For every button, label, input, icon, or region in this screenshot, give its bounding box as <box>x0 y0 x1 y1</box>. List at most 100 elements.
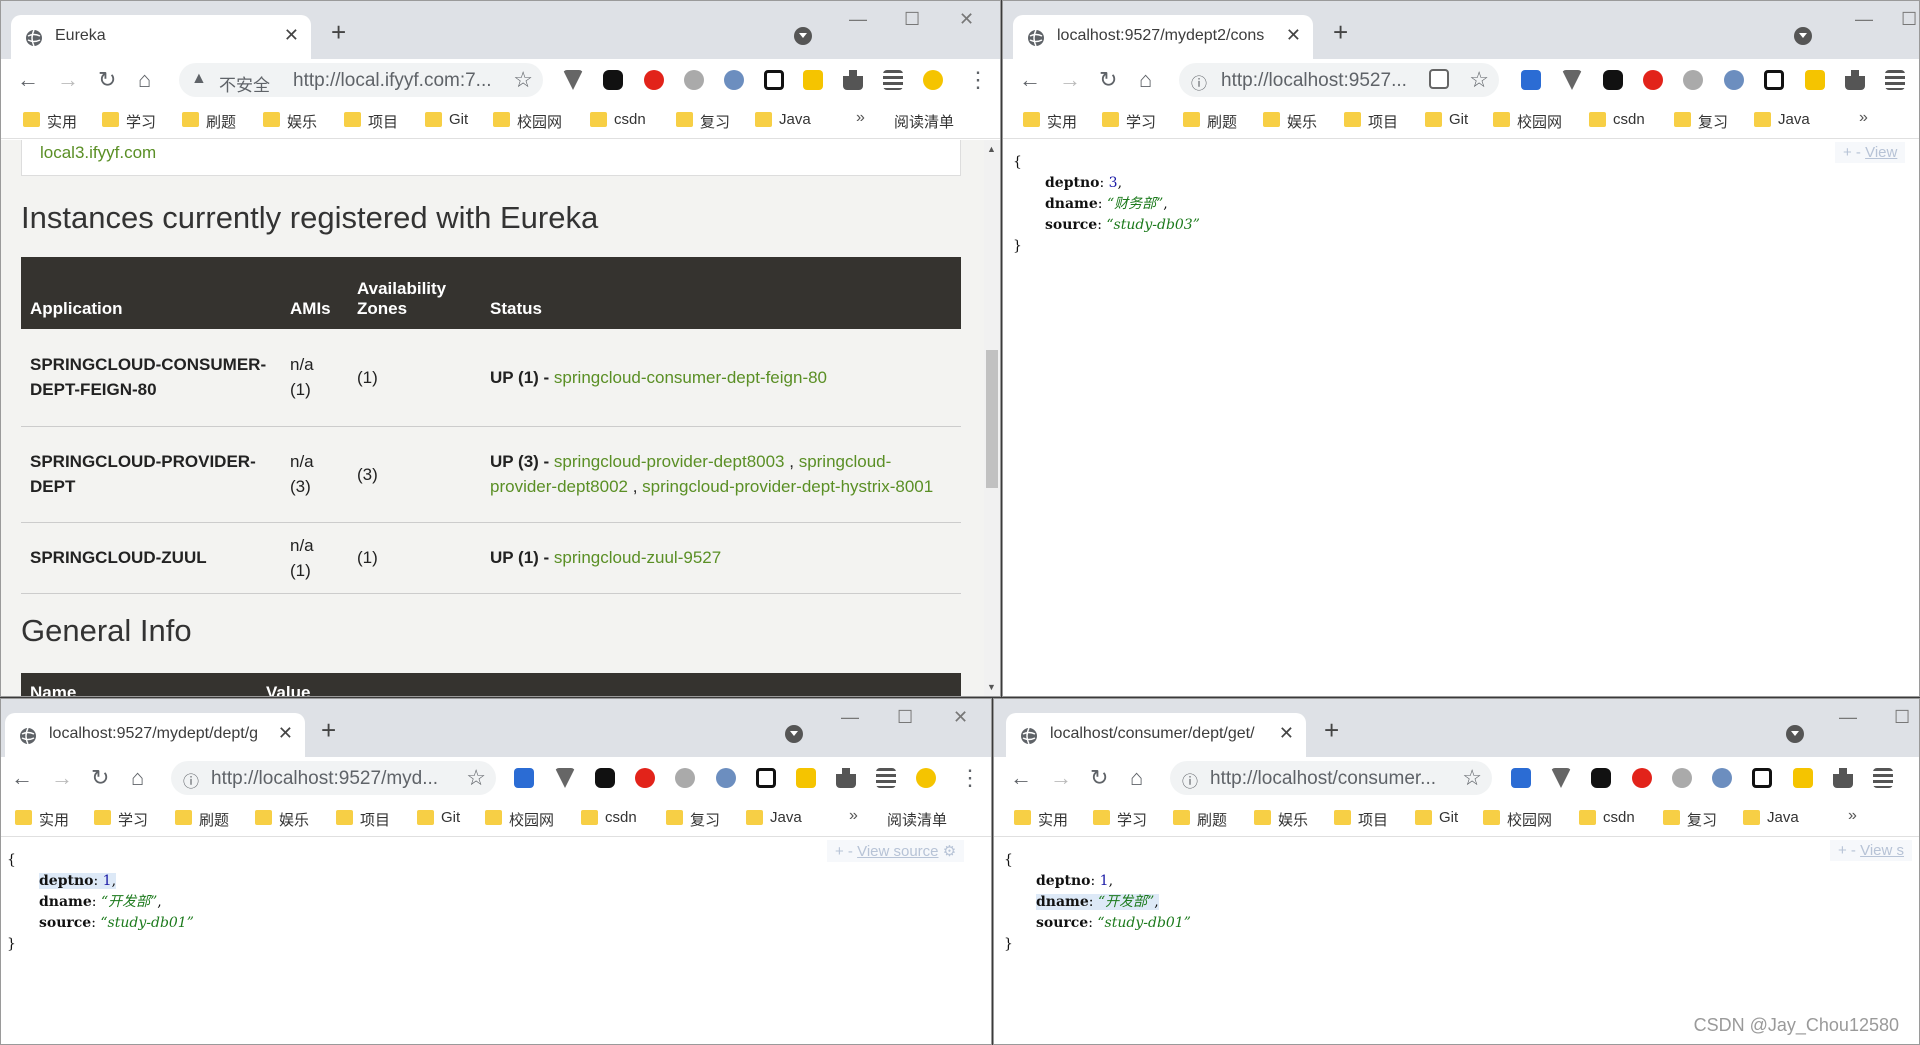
tab-search-icon[interactable] <box>1786 725 1804 743</box>
bookmark-folder[interactable]: 校园网 <box>493 111 562 132</box>
info-icon[interactable]: ⓘ <box>1182 768 1198 792</box>
bookmark-folder[interactable]: 复习 <box>1663 809 1717 830</box>
bookmark-folder[interactable]: csdn <box>1579 809 1635 826</box>
home-button[interactable]: ⌂ <box>131 765 144 791</box>
forward-button[interactable]: → <box>57 67 79 93</box>
instance-link[interactable]: springcloud-zuul-9527 <box>554 548 721 567</box>
extension-adblock-icon[interactable] <box>644 70 664 90</box>
forward-button[interactable]: → <box>51 765 73 791</box>
reload-button[interactable]: ↻ <box>1099 67 1117 93</box>
tab-mydept[interactable]: localhost:9527/mydept/dept/g ✕ <box>5 713 305 757</box>
extension-grammarly-icon[interactable] <box>1793 768 1813 788</box>
close-window-button[interactable]: ✕ <box>959 9 974 30</box>
extensions-puzzle-icon[interactable] <box>836 768 856 788</box>
bookmark-folder[interactable]: Git <box>1415 809 1458 826</box>
bookmark-folder[interactable]: 项目 <box>336 809 390 830</box>
back-button[interactable]: ← <box>1010 765 1032 791</box>
bookmark-folder[interactable]: 刷题 <box>1183 111 1237 132</box>
view-source-control[interactable]: + - View <box>1835 142 1906 163</box>
menu-icon[interactable]: ⋮ <box>967 67 989 93</box>
extension-adblock-icon[interactable] <box>1632 768 1652 788</box>
scroll-down-arrow-icon[interactable]: ▼ <box>987 682 996 692</box>
new-tab-button[interactable]: + <box>321 717 336 743</box>
bookmark-folder[interactable]: 刷题 <box>175 809 229 830</box>
extension-mouse-icon[interactable] <box>675 768 695 788</box>
bookmark-folder[interactable]: Java <box>1743 809 1799 826</box>
bookmark-folder[interactable]: 复习 <box>666 809 720 830</box>
tab-search-icon[interactable] <box>794 27 812 45</box>
extension-proxy-icon[interactable] <box>716 768 736 788</box>
reading-list-button[interactable]: 阅读清单 <box>887 809 947 830</box>
bookmark-folder[interactable]: 实用 <box>1014 809 1068 830</box>
bookmark-folder[interactable]: Java <box>1754 111 1810 128</box>
home-button[interactable]: ⌂ <box>1130 765 1143 791</box>
home-button[interactable]: ⌂ <box>138 67 151 93</box>
tab-mydept2[interactable]: localhost:9527/mydept2/cons ✕ <box>1013 15 1313 59</box>
extension-v-icon[interactable] <box>1562 70 1582 90</box>
instance-link[interactable]: springcloud-provider-dept8003 <box>554 452 785 471</box>
url-text[interactable]: http://localhost/consumer... <box>1210 768 1450 790</box>
bookmark-folder[interactable]: 学习 <box>102 111 156 132</box>
view-source-control[interactable]: + - View source ⚙ <box>827 840 965 862</box>
minimize-button[interactable]: — <box>841 707 859 728</box>
minimize-button[interactable]: — <box>1855 9 1873 30</box>
tab-consumer[interactable]: localhost/consumer/dept/get/ ✕ <box>1006 713 1306 757</box>
extensions-puzzle-icon[interactable] <box>843 70 863 90</box>
bookmark-folder[interactable]: csdn <box>1589 111 1645 128</box>
bookmark-folder[interactable]: 实用 <box>23 111 77 132</box>
bookmark-folder[interactable]: Java <box>755 111 811 128</box>
close-tab-icon[interactable]: ✕ <box>1279 723 1294 744</box>
extension-mouse-icon[interactable] <box>684 70 704 90</box>
extension-qr-icon[interactable] <box>756 768 776 788</box>
extension-v-icon[interactable] <box>555 768 575 788</box>
vertical-scrollbar[interactable]: ▲ ▼ <box>984 140 1000 696</box>
bookmark-star-icon[interactable]: ☆ <box>513 67 533 93</box>
bookmark-folder[interactable]: 项目 <box>344 111 398 132</box>
tab-eureka[interactable]: Eureka ✕ <box>11 15 311 59</box>
maximize-button[interactable]: ☐ <box>1901 9 1917 30</box>
reload-button[interactable]: ↻ <box>91 765 109 791</box>
profile-avatar-icon[interactable] <box>916 768 936 788</box>
extension-qr-icon[interactable] <box>764 70 784 90</box>
back-button[interactable]: ← <box>11 765 33 791</box>
minimize-button[interactable]: — <box>1839 707 1857 728</box>
maximize-button[interactable]: ☐ <box>904 9 920 30</box>
reload-button[interactable]: ↻ <box>98 67 116 93</box>
extension-qr-icon[interactable] <box>1752 768 1772 788</box>
bookmark-folder[interactable]: 校园网 <box>485 809 554 830</box>
back-button[interactable]: ← <box>1019 67 1041 93</box>
minimize-button[interactable]: — <box>849 9 867 30</box>
menu-icon[interactable]: ⋮ <box>959 765 981 791</box>
bookmark-folder[interactable]: 娱乐 <box>255 809 309 830</box>
bookmark-folder[interactable]: 项目 <box>1344 111 1398 132</box>
extension-v-icon[interactable] <box>1551 768 1571 788</box>
extension-proxy-icon[interactable] <box>1724 70 1744 90</box>
close-window-button[interactable]: ✕ <box>953 707 968 728</box>
bookmark-folder[interactable]: 学习 <box>1102 111 1156 132</box>
bookmark-folder[interactable]: Git <box>1425 111 1468 128</box>
view-source-control[interactable]: + - View s <box>1830 840 1913 861</box>
extension-adblock-icon[interactable] <box>635 768 655 788</box>
extension-tampermonkey-icon[interactable] <box>603 70 623 90</box>
media-control-icon[interactable] <box>1885 70 1905 90</box>
bookmark-folder[interactable]: 校园网 <box>1493 111 1562 132</box>
bookmark-folder[interactable]: Git <box>417 809 460 826</box>
bookmark-star-icon[interactable]: ☆ <box>1469 67 1489 93</box>
extension-tampermonkey-icon[interactable] <box>1603 70 1623 90</box>
maximize-button[interactable]: ☐ <box>897 707 913 728</box>
bookmarks-overflow-button[interactable]: » <box>849 807 858 825</box>
extension-mouse-icon[interactable] <box>1672 768 1692 788</box>
bookmark-folder[interactable]: csdn <box>581 809 637 826</box>
extension-tampermonkey-icon[interactable] <box>595 768 615 788</box>
address-bar[interactable]: ⓘ http://localhost:9527/myd... ☆ <box>171 761 496 795</box>
instance-link[interactable]: springcloud-consumer-dept-feign-80 <box>554 368 827 387</box>
extension-grammarly-icon[interactable] <box>803 70 823 90</box>
reload-button[interactable]: ↻ <box>1090 765 1108 791</box>
new-tab-button[interactable]: + <box>1324 717 1339 743</box>
extension-grammarly-icon[interactable] <box>796 768 816 788</box>
view-source-link[interactable]: View <box>1865 144 1897 161</box>
extension-download-icon[interactable] <box>1521 70 1541 90</box>
home-button[interactable]: ⌂ <box>1139 67 1152 93</box>
bookmark-folder[interactable]: 娱乐 <box>263 111 317 132</box>
extension-tampermonkey-icon[interactable] <box>1591 768 1611 788</box>
